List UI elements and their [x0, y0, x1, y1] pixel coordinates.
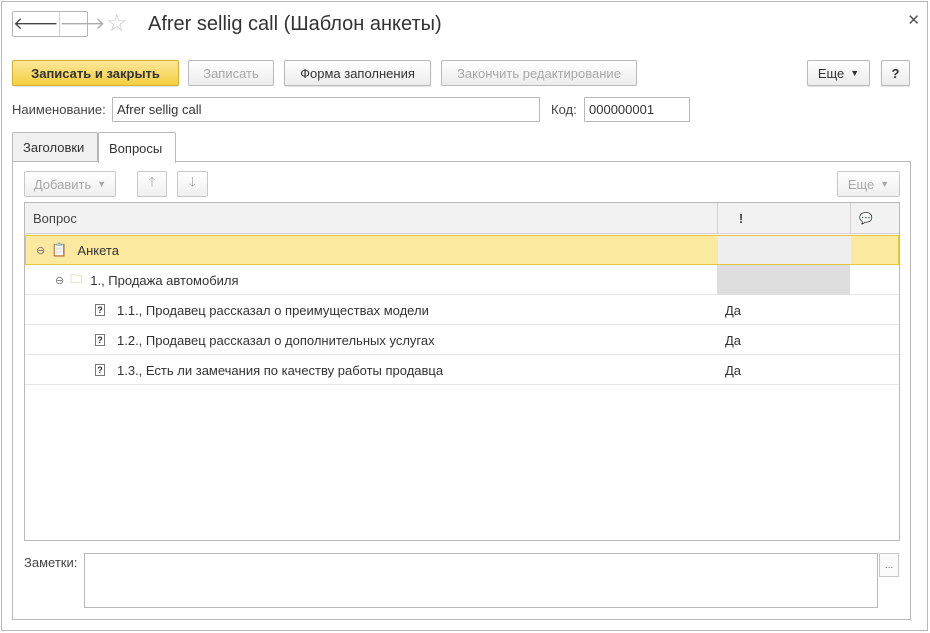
tab-headers[interactable]: Заголовки — [12, 132, 98, 162]
table-row[interactable]: ? 1.3., Есть ли замечания по качеству ра… — [25, 355, 899, 385]
comment-column-icon[interactable]: 💬 — [857, 203, 875, 234]
move-up-icon[interactable]: 🡑 — [137, 171, 167, 197]
row-label: 1.2., Продавец рассказал о дополнительны… — [117, 332, 435, 348]
move-down-icon[interactable]: 🡓 — [177, 171, 208, 197]
value-cell — [718, 236, 851, 264]
table-header: Вопрос ! 💬 — [25, 203, 899, 234]
finish-editing-button[interactable]: Закончить редактирование — [441, 60, 637, 86]
required-column-icon[interactable]: ! — [732, 203, 750, 234]
more-button[interactable]: Еще ▼ — [807, 60, 870, 86]
answer-value: Да — [725, 302, 742, 318]
add-label: Добавить — [33, 176, 92, 192]
row-label: 1., Продажа автомобиля — [90, 272, 239, 288]
navigation-group: 🡐 🡒 — [12, 11, 105, 37]
table-more-button[interactable]: Еще ▼ — [837, 171, 900, 197]
tab-questions[interactable]: Вопросы — [98, 132, 176, 163]
table-more-label: Еще — [847, 176, 875, 192]
question-icon: ? — [95, 304, 105, 316]
chevron-down-icon: ▼ — [880, 179, 890, 189]
help-button[interactable]: ? — [881, 60, 910, 86]
table-row[interactable]: ? 1.2., Продавец рассказал о дополнитель… — [25, 325, 899, 355]
questions-table: Вопрос ! 💬 ⊖ 📋 Анкета ⊖ 🗀 1., Продажа ав… — [24, 202, 900, 541]
code-field[interactable]: 000000001 — [584, 97, 690, 122]
column-header-question[interactable]: Вопрос — [33, 203, 77, 234]
row-content: ⊖ 🗀 1., Продажа автомобиля — [55, 265, 239, 295]
value-cell — [717, 265, 850, 295]
row-content: ? 1.1., Продавец рассказал о преимуществ… — [95, 295, 429, 325]
collapse-icon[interactable]: ⊖ — [36, 244, 45, 257]
fill-form-button[interactable]: Форма заполнения — [284, 60, 431, 86]
name-label: Наименование: — [12, 102, 106, 117]
table-row[interactable]: ? 1.1., Продавец рассказал о преимуществ… — [25, 295, 899, 325]
row-content: ? 1.2., Продавец рассказал о дополнитель… — [95, 325, 435, 355]
back-arrow-icon[interactable]: 🡐 — [13, 12, 59, 36]
questionnaire-icon: 📋 — [51, 242, 68, 257]
forward-arrow-icon[interactable]: 🡒 — [58, 12, 105, 36]
row-content: ? 1.3., Есть ли замечания по качеству ра… — [95, 355, 443, 385]
code-label: Код: — [551, 102, 577, 117]
question-icon: ? — [95, 334, 105, 346]
window-title: Afrer sellig call (Шаблон анкеты) — [148, 13, 442, 35]
name-field[interactable]: Afrer sellig call — [112, 97, 540, 122]
more-label: Еще — [817, 65, 845, 81]
save-and-close-button[interactable]: Записать и закрыть — [12, 60, 179, 86]
favorite-star-icon[interactable]: ☆ — [106, 11, 128, 37]
notes-label: Заметки: — [24, 555, 78, 570]
notes-textarea[interactable] — [84, 553, 878, 608]
notes-expand-button[interactable]: ... — [879, 553, 899, 577]
save-button[interactable]: Записать — [188, 60, 274, 86]
close-icon[interactable]: ✕ — [907, 11, 920, 29]
table-row[interactable]: ⊖ 📋 Анкета — [25, 235, 899, 265]
collapse-icon[interactable]: ⊖ — [55, 274, 64, 287]
row-content: ⊖ 📋 Анкета — [36, 236, 119, 264]
row-label: 1.3., Есть ли замечания по качеству рабо… — [117, 362, 444, 378]
add-button[interactable]: Добавить ▼ — [24, 171, 116, 197]
answer-value: Да — [725, 332, 742, 348]
table-row[interactable]: ⊖ 🗀 1., Продажа автомобиля — [25, 265, 899, 295]
question-icon: ? — [95, 364, 105, 376]
chevron-down-icon: ▼ — [850, 68, 860, 78]
row-label: Анкета — [77, 242, 119, 258]
column-divider — [850, 203, 851, 234]
row-label: 1.1., Продавец рассказал о преимуществах… — [117, 302, 429, 318]
folder-icon: 🗀 — [70, 271, 83, 286]
chevron-down-icon: ▼ — [97, 179, 107, 189]
column-divider — [717, 203, 718, 234]
answer-value: Да — [725, 362, 742, 378]
